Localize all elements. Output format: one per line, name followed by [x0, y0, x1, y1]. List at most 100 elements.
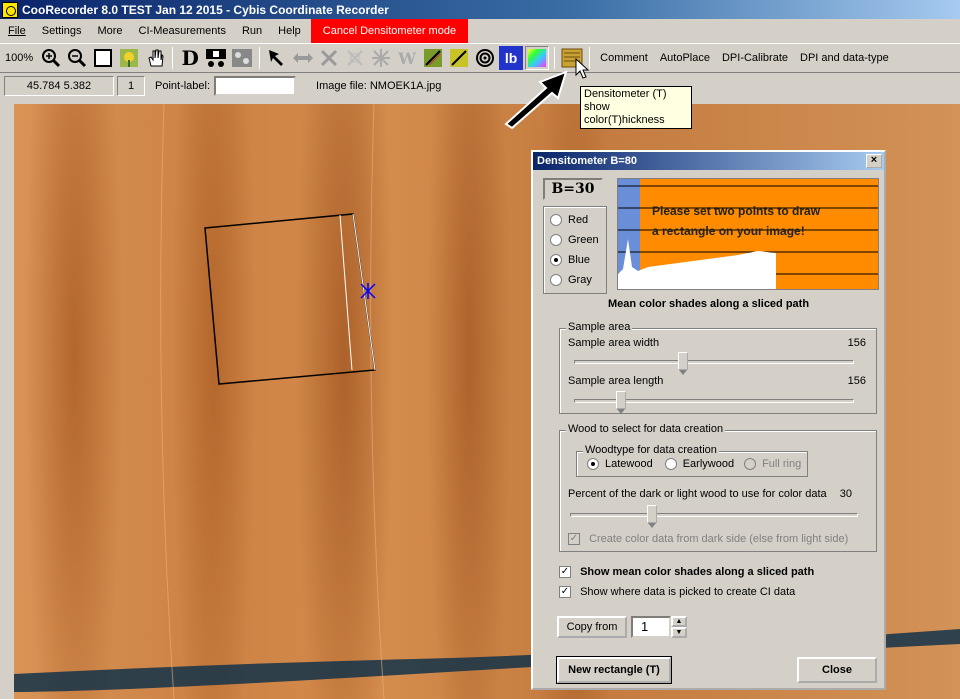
copy-from-input[interactable]: 1	[631, 616, 671, 638]
toolbar-separator	[172, 47, 174, 69]
slash-green-icon[interactable]	[421, 46, 445, 70]
radio-full-ring	[744, 458, 757, 470]
target-rings-icon[interactable]	[473, 46, 497, 70]
radio-red-indicator[interactable]	[550, 214, 562, 226]
status-row: 45.784 5.382 1 Point-label: Image file: …	[0, 74, 960, 98]
double-arrow-icon[interactable]	[291, 46, 315, 70]
d-letter-icon[interactable]: D	[178, 46, 202, 70]
show-mean-checkbox[interactable]: ✓	[559, 566, 571, 579]
densitometer-dialog: Densitometer B=80 × B=30 Red Green Blue …	[531, 150, 886, 690]
graph-caption: Mean color shades along a sliced path	[607, 298, 810, 310]
percent-value: 30	[839, 488, 852, 500]
percent-label: Percent of the dark or light wood to use…	[568, 488, 827, 500]
radio-blue[interactable]: Blue	[544, 250, 606, 270]
show-where-checkbox[interactable]: ✓	[559, 586, 571, 599]
earlywood-label[interactable]: Earlywood	[683, 458, 734, 470]
copy-from-spinner[interactable]: ▲ ▼	[671, 616, 687, 638]
radio-earlywood[interactable]	[664, 458, 677, 470]
percent-track[interactable]	[570, 513, 858, 517]
zoom-level[interactable]: 100%	[0, 52, 38, 64]
copy-from-button[interactable]: Copy from	[557, 616, 627, 638]
sample-area-group: Sample area Sample area width 156 Sample…	[559, 321, 877, 414]
pointer-arrow-icon	[504, 70, 568, 130]
radio-gray[interactable]: Gray	[544, 270, 606, 290]
new-rectangle-button[interactable]: New rectangle (T)	[556, 656, 672, 684]
menu-file[interactable]: File	[0, 19, 34, 43]
channel-radio-group: Red Green Blue Gray	[543, 206, 607, 294]
create-from-dark-label: Create color data from dark side (else f…	[589, 533, 849, 545]
radio-gray-indicator[interactable]	[550, 274, 562, 286]
color-shade-graph: Please set two points to draw a rectangl…	[617, 178, 879, 290]
sample-area-label: Sample area	[566, 321, 633, 333]
asterisk-icon[interactable]	[369, 46, 393, 70]
cross-x-icon[interactable]	[317, 46, 341, 70]
autoplace-button[interactable]: AutoPlace	[654, 52, 716, 64]
wood-select-label: Wood to select for data creation	[566, 423, 726, 435]
graph-message: Please set two points to draw a rectangl…	[652, 201, 820, 241]
dialog-close-icon[interactable]: ×	[866, 154, 882, 168]
sample-width-track[interactable]	[574, 360, 854, 364]
gray-dots-icon[interactable]	[230, 46, 254, 70]
show-where-row: ✓ Show where data is picked to create CI…	[559, 586, 795, 599]
sample-rectangle-inner-edge	[339, 214, 353, 371]
menu-ci-measurements[interactable]: CI-Measurements	[131, 19, 234, 43]
point-count: 1	[117, 76, 145, 96]
show-mean-row: ✓ Show mean color shades along a sliced …	[559, 566, 814, 579]
radio-green-label: Green	[568, 234, 599, 246]
point-marker-icon[interactable]	[360, 283, 376, 299]
spinner-up-icon[interactable]: ▲	[671, 616, 687, 627]
slash-yellow-icon[interactable]	[447, 46, 471, 70]
sample-rectangle[interactable]	[204, 213, 376, 385]
show-mean-label[interactable]: Show mean color shades along a sliced pa…	[580, 566, 814, 578]
dpi-calibrate-button[interactable]: DPI-Calibrate	[716, 52, 794, 64]
close-button[interactable]: Close	[797, 657, 877, 683]
sample-length-slider[interactable]	[616, 391, 626, 414]
menu-settings[interactable]: Settings	[34, 19, 90, 43]
sample-length-value: 156	[847, 375, 866, 387]
percent-slider[interactable]	[647, 505, 657, 528]
mouse-cursor-icon	[575, 58, 590, 79]
show-where-label[interactable]: Show where data is picked to create CI d…	[580, 586, 795, 598]
spinner-down-icon[interactable]: ▼	[671, 627, 687, 638]
flower-icon[interactable]	[117, 46, 141, 70]
sample-width-label: Sample area width	[568, 337, 660, 349]
densitometer-tooltip: Densitometer (T) show color(T)hickness	[580, 86, 692, 129]
fit-window-icon[interactable]	[91, 46, 115, 70]
b-value-display: B=30	[543, 178, 603, 200]
create-from-dark-checkbox: ✓	[568, 533, 580, 546]
latewood-label[interactable]: Latewood	[605, 458, 653, 470]
app-icon	[2, 1, 18, 18]
image-file-label: Image file: NMOEK1A.jpg	[316, 80, 442, 92]
cross-box-icon[interactable]	[343, 46, 367, 70]
radio-red[interactable]: Red	[544, 210, 606, 230]
radio-green[interactable]: Green	[544, 230, 606, 250]
point-label-input[interactable]	[214, 76, 297, 96]
toolbar-separator	[259, 47, 261, 69]
woodtype-group: Woodtype for data creation Latewood Earl…	[576, 444, 808, 477]
menu-run[interactable]: Run	[234, 19, 270, 43]
w-letter-icon[interactable]: W	[395, 46, 419, 70]
dialog-title: Densitometer B=80	[537, 155, 637, 167]
radio-green-indicator[interactable]	[550, 234, 562, 246]
zoom-in-icon[interactable]	[39, 46, 63, 70]
radio-latewood[interactable]	[587, 458, 599, 470]
coordinates-readout: 45.784 5.382	[4, 76, 114, 96]
point-label-caption: Point-label:	[155, 80, 211, 92]
zoom-out-icon[interactable]	[65, 46, 89, 70]
menu-help[interactable]: Help	[270, 19, 309, 43]
window-title: CooRecorder 8.0 TEST Jan 12 2015 - Cybis…	[22, 2, 389, 17]
hand-pan-icon[interactable]	[143, 46, 167, 70]
cancel-densitometer-button[interactable]: Cancel Densitometer mode	[310, 19, 469, 43]
dpi-data-type-button[interactable]: DPI and data-type	[794, 52, 895, 64]
full-ring-label: Full ring	[762, 458, 802, 470]
dialog-title-bar[interactable]: Densitometer B=80 ×	[533, 152, 884, 170]
title-bar: CooRecorder 8.0 TEST Jan 12 2015 - Cybis…	[0, 0, 960, 19]
woodtype-options: Latewood Earlywood Full ring	[587, 458, 801, 470]
comment-button[interactable]: Comment	[594, 52, 654, 64]
radio-blue-indicator[interactable]	[550, 254, 562, 266]
sample-width-slider[interactable]	[678, 352, 688, 375]
graph-message-line-2: a rectangle on your image!	[652, 224, 805, 238]
arrow-pointer-icon[interactable]	[265, 46, 289, 70]
menu-more[interactable]: More	[89, 19, 130, 43]
dots-pattern-icon[interactable]	[204, 46, 228, 70]
